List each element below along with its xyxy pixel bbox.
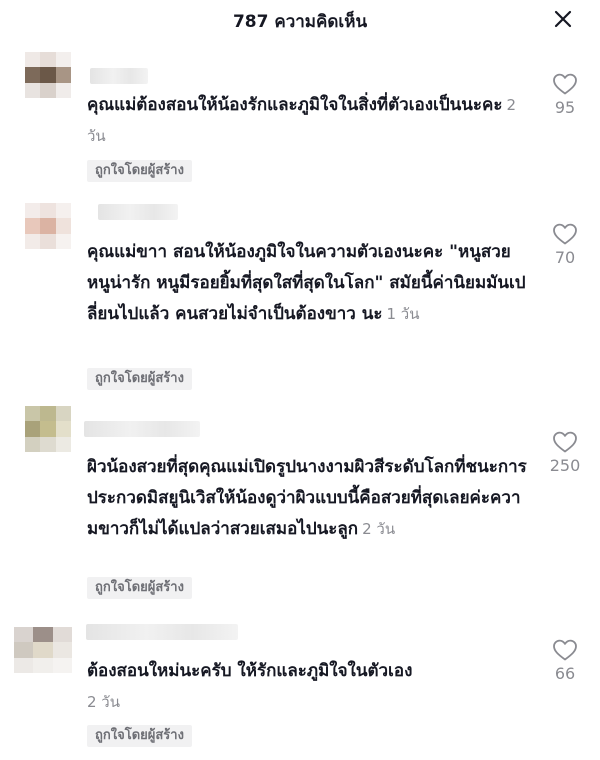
- username-redacted: [90, 68, 148, 84]
- comments-header: 787 ความคิดเห็น: [0, 0, 600, 40]
- comment-body: คุณแม่ขาา สอนให้น้องภูมิใจในความตัวเองนะ…: [87, 242, 526, 324]
- like-button[interactable]: 95: [540, 72, 590, 117]
- avatar[interactable]: [25, 52, 71, 98]
- comments-count-title: 787 ความคิดเห็น: [232, 12, 368, 32]
- heart-icon: [553, 223, 577, 245]
- comment-time: 2 วัน: [87, 693, 120, 711]
- like-button[interactable]: 250: [540, 430, 590, 475]
- comment-time: 1 วัน: [386, 305, 420, 323]
- heart-icon: [553, 639, 577, 661]
- liked-by-creator-badge: ถูกใจโดยผู้สร้าง: [87, 577, 192, 599]
- username-redacted: [98, 204, 178, 220]
- comment-body: คุณแม่ต้องสอนให้น้องรักและภูมิใจในสิ่งที…: [87, 95, 503, 115]
- liked-by-creator-badge: ถูกใจโดยผู้สร้าง: [87, 725, 192, 747]
- username-redacted: [84, 421, 200, 437]
- like-button[interactable]: 70: [540, 222, 590, 267]
- comment-text: ต้องสอนใหม่นะครับ ให้รักและภูมิใจในตัวเอ…: [87, 656, 527, 718]
- comment-text: คุณแม่ต้องสอนให้น้องรักและภูมิใจในสิ่งที…: [87, 90, 527, 152]
- liked-by-creator-badge: ถูกใจโดยผู้สร้าง: [87, 368, 192, 390]
- close-icon: [554, 10, 572, 28]
- heart-icon: [553, 73, 577, 95]
- comment-text: คุณแม่ขาา สอนให้น้องภูมิใจในความตัวเองนะ…: [87, 237, 527, 330]
- like-count: 95: [554, 98, 576, 117]
- avatar[interactable]: [14, 627, 72, 673]
- liked-by-creator-badge: ถูกใจโดยผู้สร้าง: [87, 160, 192, 182]
- comment-text: ผิวน้องสวยที่สุดคุณแม่เปิดรูปนางงามผิวสี…: [87, 452, 527, 545]
- comment-body: ต้องสอนใหม่นะครับ ให้รักและภูมิใจในตัวเอ…: [87, 661, 413, 681]
- like-count: 66: [554, 664, 576, 683]
- like-button[interactable]: 66: [540, 638, 590, 683]
- avatar[interactable]: [25, 203, 71, 249]
- close-button[interactable]: [550, 6, 576, 32]
- like-count: 250: [549, 456, 581, 475]
- avatar[interactable]: [25, 406, 71, 452]
- like-count: 70: [554, 248, 576, 267]
- heart-icon: [553, 431, 577, 453]
- comment-time: 2 วัน: [362, 520, 396, 538]
- username-redacted: [86, 624, 238, 640]
- comment-body: ผิวน้องสวยที่สุดคุณแม่เปิดรูปนางงามผิวสี…: [87, 457, 527, 539]
